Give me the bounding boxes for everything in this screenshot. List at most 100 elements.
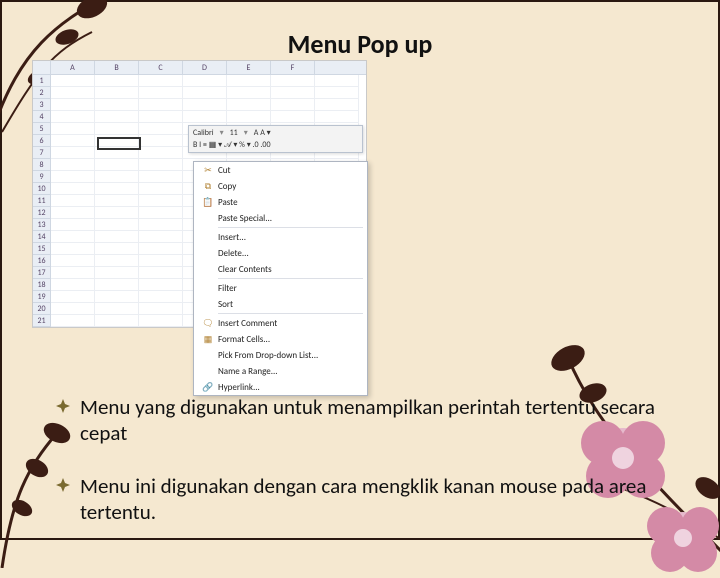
slide-title: Menu Pop up bbox=[2, 28, 718, 60]
grid-cell bbox=[51, 255, 95, 267]
grid-cell bbox=[139, 195, 183, 207]
grid-cell bbox=[95, 183, 139, 195]
col-header: F bbox=[271, 61, 315, 74]
menu-item-icon-empty bbox=[198, 297, 218, 311]
context-menu-label: Delete... bbox=[218, 248, 249, 259]
context-menu-item[interactable]: ▦Format Cells... bbox=[194, 331, 367, 347]
context-menu-divider bbox=[218, 227, 363, 228]
grid-cell bbox=[315, 87, 359, 99]
grid-cell bbox=[139, 183, 183, 195]
context-menu-label: Copy bbox=[218, 181, 236, 192]
grid-cell bbox=[51, 111, 95, 123]
context-menu-label: Insert... bbox=[218, 232, 246, 243]
context-menu-item[interactable]: 📋Paste bbox=[194, 194, 367, 210]
grid-cell bbox=[139, 291, 183, 303]
row-header: 11 bbox=[33, 195, 51, 207]
grid-cell bbox=[95, 111, 139, 123]
grid-cell bbox=[51, 267, 95, 279]
context-menu-item[interactable]: Clear Contents bbox=[194, 261, 367, 277]
row-header: 9 bbox=[33, 171, 51, 183]
context-menu-item[interactable]: ⧉Copy bbox=[194, 178, 367, 194]
menu-item-icon-empty bbox=[198, 262, 218, 276]
context-menu-item[interactable]: Filter bbox=[194, 280, 367, 296]
context-menu-label: Cut bbox=[218, 165, 231, 176]
context-menu-item[interactable]: 🗨Insert Comment bbox=[194, 315, 367, 331]
grid-cell bbox=[95, 99, 139, 111]
grid-cell bbox=[51, 231, 95, 243]
menu-item-icon-empty bbox=[198, 230, 218, 244]
row-header: 10 bbox=[33, 183, 51, 195]
grid-cell bbox=[51, 303, 95, 315]
grid-cell bbox=[227, 75, 271, 87]
mini-toolbar-size: 11 bbox=[230, 128, 238, 138]
row-header: 19 bbox=[33, 291, 51, 303]
bullet-icon bbox=[56, 399, 70, 413]
context-menu-label: Sort bbox=[218, 299, 233, 310]
grid-cell bbox=[95, 75, 139, 87]
context-menu-label: Paste bbox=[218, 197, 238, 208]
context-menu-item[interactable]: ✂Cut bbox=[194, 162, 367, 178]
mini-toolbar-font: Calibri bbox=[193, 128, 214, 138]
grid-cell bbox=[139, 135, 183, 147]
popup-context-menu: ✂Cut⧉Copy📋PastePaste Special...Insert...… bbox=[193, 161, 368, 396]
menu-item-icon-empty bbox=[198, 348, 218, 362]
context-menu-item[interactable]: Paste Special... bbox=[194, 210, 367, 226]
context-menu-label: Hyperlink... bbox=[218, 382, 260, 393]
row-header: 1 bbox=[33, 75, 51, 87]
menu-item-icon: ✂ bbox=[198, 163, 218, 177]
grid-cell bbox=[51, 123, 95, 135]
row-header: 18 bbox=[33, 279, 51, 291]
grid-cell bbox=[139, 171, 183, 183]
grid-cell bbox=[271, 87, 315, 99]
menu-item-icon-empty bbox=[198, 281, 218, 295]
grid-cell bbox=[227, 111, 271, 123]
menu-item-icon: 📋 bbox=[198, 195, 218, 209]
bullet-text: Menu yang digunakan untuk menampilkan pe… bbox=[80, 394, 678, 447]
bullet-text: Menu ini digunakan dengan cara mengklik … bbox=[80, 473, 678, 526]
menu-item-icon-empty bbox=[198, 246, 218, 260]
menu-item-icon: ▦ bbox=[198, 332, 218, 346]
row-header: 7 bbox=[33, 147, 51, 159]
grid-cell bbox=[51, 171, 95, 183]
grid-cell bbox=[95, 255, 139, 267]
context-menu-item[interactable]: 🔗Hyperlink... bbox=[194, 379, 367, 395]
row-header: 6 bbox=[33, 135, 51, 147]
grid-cell bbox=[51, 207, 95, 219]
row-header: 12 bbox=[33, 207, 51, 219]
context-menu-label: Pick From Drop-down List... bbox=[218, 350, 318, 361]
grid-cell bbox=[51, 195, 95, 207]
context-menu-item[interactable]: Insert... bbox=[194, 229, 367, 245]
grid-cell bbox=[139, 219, 183, 231]
grid-cell bbox=[95, 207, 139, 219]
grid-cell bbox=[51, 135, 95, 147]
context-menu-item[interactable]: Delete... bbox=[194, 245, 367, 261]
grid-cell bbox=[315, 75, 359, 87]
context-menu-item[interactable]: Sort bbox=[194, 296, 367, 312]
grid-cell bbox=[227, 87, 271, 99]
grid-cell bbox=[139, 87, 183, 99]
context-menu-divider bbox=[218, 278, 363, 279]
grid-cell bbox=[95, 303, 139, 315]
grid-cell bbox=[95, 231, 139, 243]
context-menu-label: Name a Range... bbox=[218, 366, 278, 377]
row-header: 13 bbox=[33, 219, 51, 231]
grid-cell bbox=[139, 267, 183, 279]
grid-row: 1 bbox=[33, 75, 366, 87]
context-menu-divider bbox=[218, 313, 363, 314]
grid-cell bbox=[139, 159, 183, 171]
menu-item-icon: 🗨 bbox=[198, 316, 218, 330]
row-header: 17 bbox=[33, 267, 51, 279]
grid-cell bbox=[51, 147, 95, 159]
row-header: 14 bbox=[33, 231, 51, 243]
grid-cell bbox=[95, 219, 139, 231]
grid-cell bbox=[51, 243, 95, 255]
grid-row: 3 bbox=[33, 99, 366, 111]
col-header: D bbox=[183, 61, 227, 74]
grid-cell bbox=[95, 123, 139, 135]
context-menu-item[interactable]: Pick From Drop-down List... bbox=[194, 347, 367, 363]
grid-cell bbox=[95, 171, 139, 183]
context-menu-item[interactable]: Name a Range... bbox=[194, 363, 367, 379]
row-header: 15 bbox=[33, 243, 51, 255]
grid-cell bbox=[227, 99, 271, 111]
grid-cell bbox=[139, 75, 183, 87]
